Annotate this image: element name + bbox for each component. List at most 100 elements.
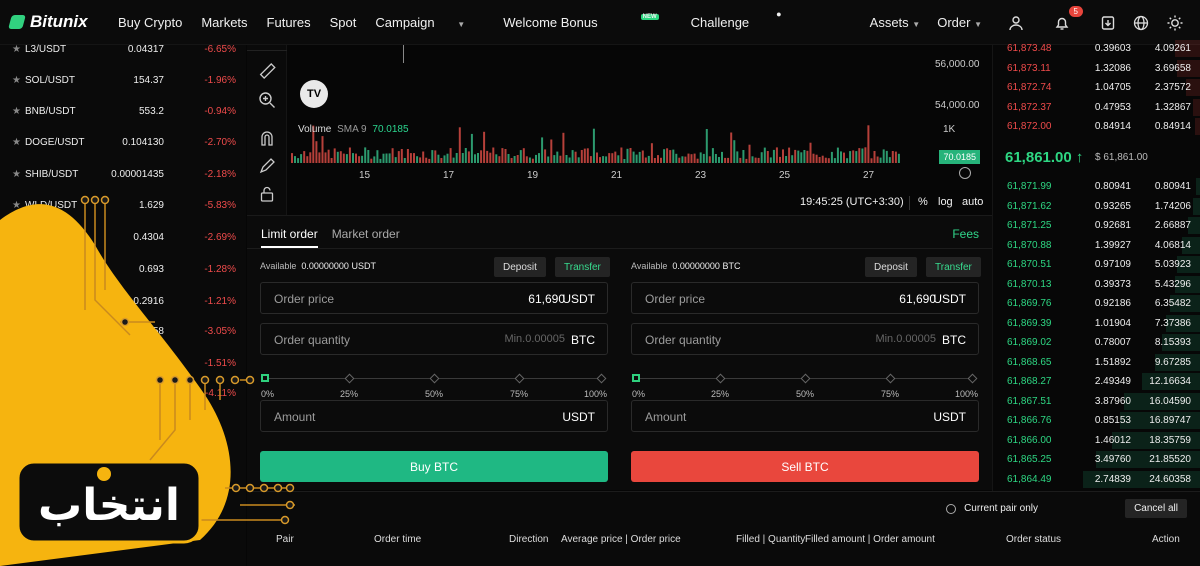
bid-row[interactable]: 61,870.13 0.39373 5.43296	[993, 275, 1200, 294]
bid-row[interactable]: 61,868.65 1.51892 9.67285	[993, 353, 1200, 372]
order-quantity-placeholder: Order quantity	[274, 333, 351, 347]
bid-row[interactable]: 61,869.02 0.78007 8.15393	[993, 333, 1200, 352]
market-row[interactable]: 0.2758 -3.05%	[0, 321, 246, 341]
ask-row[interactable]: 61,872.37 0.47953 1.32867	[993, 98, 1200, 117]
deposit-button[interactable]: Deposit	[494, 257, 546, 277]
log-toggle[interactable]: log	[938, 196, 953, 208]
bid-row[interactable]: 61,867.51 3.87960 16.04590	[993, 392, 1200, 411]
pencil-lock-icon[interactable]	[258, 157, 276, 175]
order-menu[interactable]: Order ▼	[937, 15, 982, 30]
tab-market-order[interactable]: Market order	[332, 227, 400, 248]
amount-slider[interactable]: 0% 25% 50% 75% 100%	[631, 371, 979, 401]
ask-row[interactable]: 61,872.74 1.04705 2.37572	[993, 78, 1200, 97]
bid-row[interactable]: 61,871.99 0.80941 0.80941	[993, 177, 1200, 196]
tradingview-logo[interactable]: TV	[300, 80, 328, 108]
market-row[interactable]: ★ WLD/USDT 1.629 -5.83%	[0, 195, 246, 215]
star-icon: ★	[12, 168, 21, 180]
bell-icon[interactable]: 5	[1053, 5, 1083, 32]
order-quantity-field[interactable]: Order quantity Min.0.00005 BTC	[260, 323, 608, 355]
bid-row[interactable]: 61,868.27 2.49349 12.16634	[993, 372, 1200, 391]
volume-bar	[888, 157, 891, 163]
slider-step[interactable]	[800, 373, 811, 384]
market-row[interactable]: 0.693 -1.28%	[0, 259, 246, 279]
fees-link[interactable]: Fees	[952, 227, 979, 241]
nav-challenge[interactable]: Challenge ●	[691, 9, 793, 30]
slider-step[interactable]	[967, 373, 978, 384]
deposit-button[interactable]: Deposit	[865, 257, 917, 277]
assets-menu[interactable]: Assets ▼	[870, 15, 921, 30]
market-row[interactable]: 0.16230 -1.51%	[0, 353, 246, 373]
zoom-icon[interactable]	[258, 91, 276, 109]
nav-buy-crypto[interactable]: Buy Crypto	[118, 15, 182, 30]
bid-row[interactable]: 61,864.49 2.74839 24.60358	[993, 470, 1200, 489]
bid-row[interactable]: 61,871.62 0.93265 1.74206	[993, 197, 1200, 216]
order-quantity-field[interactable]: Order quantity Min.0.00005 BTC	[631, 323, 979, 355]
slider-handle[interactable]	[261, 374, 269, 382]
nav-markets[interactable]: Markets	[201, 15, 247, 30]
bid-row[interactable]: 61,869.76 0.92186 6.35482	[993, 294, 1200, 313]
sun-icon[interactable]	[1166, 14, 1184, 32]
tab-limit-order[interactable]: Limit order	[261, 227, 318, 248]
logo[interactable]: Bitunix	[8, 12, 100, 32]
slider-step[interactable]	[514, 373, 525, 384]
bid-row[interactable]: 61,870.51 0.97109 5.03923	[993, 255, 1200, 274]
bid-row[interactable]: 61,871.25 0.92681 2.66887	[993, 216, 1200, 235]
sell-button[interactable]: Sell BTC	[631, 451, 979, 482]
amount-field[interactable]: Amount USDT	[260, 400, 608, 432]
user-icon[interactable]	[1007, 14, 1025, 32]
amount-field[interactable]: Amount USDT	[631, 400, 979, 432]
auto-toggle[interactable]: auto	[962, 196, 983, 208]
market-row[interactable]: 25.43 -4.11%	[0, 383, 246, 403]
market-row[interactable]: ★ SOL/USDT 154.37 -1.96%	[0, 70, 246, 90]
volume-bar	[824, 157, 827, 163]
market-row[interactable]: ★ DOGE/USDT 0.104130 -2.70%	[0, 132, 246, 152]
bid-row[interactable]: 61,866.00 1.46012 18.35759	[993, 431, 1200, 450]
market-row[interactable]: ★ BNB/USDT 553.2 -0.94%	[0, 101, 246, 121]
amount-slider[interactable]: 0% 25% 50% 75% 100%	[260, 371, 608, 401]
bid-row[interactable]: 61,866.76 0.85153 16.89747	[993, 411, 1200, 430]
volume-bar	[449, 148, 452, 163]
lock-icon[interactable]	[258, 185, 276, 203]
download-icon[interactable]	[1099, 14, 1117, 32]
ask-row[interactable]: 61,872.00 0.84914 0.84914	[993, 117, 1200, 136]
bid-amount: 0.78007	[1094, 337, 1131, 348]
nav-spot[interactable]: Spot	[330, 15, 357, 30]
bid-row[interactable]: 61,865.25 3.49760 21.85520	[993, 450, 1200, 469]
slider-step[interactable]	[885, 373, 896, 384]
ask-row[interactable]: 61,873.48 0.39603 4.09261	[993, 39, 1200, 58]
slider-step[interactable]	[344, 373, 355, 384]
nav-futures[interactable]: Futures	[267, 15, 311, 30]
slider-step[interactable]	[715, 373, 726, 384]
volume-bar	[345, 154, 348, 163]
buy-button[interactable]: Buy BTC	[260, 451, 608, 482]
market-row[interactable]: 0.4304 -2.69%	[0, 227, 246, 247]
order-price-field[interactable]: Order price 61,690 USDT	[260, 282, 608, 314]
slider-handle[interactable]	[632, 374, 640, 382]
cancel-all-button[interactable]: Cancel all	[1125, 499, 1187, 518]
ruler-icon[interactable]	[258, 62, 276, 80]
bid-row[interactable]: 61,870.88 1.39927 4.06814	[993, 236, 1200, 255]
slider-step[interactable]	[429, 373, 440, 384]
bid-amount: 3.49760	[1094, 454, 1131, 465]
market-change: -1.96%	[204, 74, 236, 86]
bid-row[interactable]: 61,869.39 1.01904 7.37386	[993, 314, 1200, 333]
ask-total: 4.09261	[1154, 43, 1191, 54]
slider-step[interactable]	[596, 373, 607, 384]
settings-icon[interactable]	[959, 167, 971, 179]
ask-row[interactable]: 61,873.11 1.32086 3.69658	[993, 59, 1200, 78]
market-row[interactable]: 0.2916 -1.21%	[0, 291, 246, 311]
volume-bar	[498, 156, 501, 163]
transfer-button[interactable]: Transfer	[555, 257, 610, 277]
market-row[interactable]: ★ L3/USDT 0.04317 -6.65%	[0, 39, 246, 59]
nav-welcome-bonus[interactable]: Welcome Bonus NEW	[503, 13, 659, 30]
volume-bar	[458, 127, 461, 163]
current-pair-toggle[interactable]: Current pair only	[946, 503, 1038, 514]
magnet-icon[interactable]	[258, 129, 276, 147]
price-chart[interactable]: TV Volume SMA 9 70.0185 56,000.00 54,000…	[288, 45, 991, 215]
transfer-button[interactable]: Transfer	[926, 257, 981, 277]
market-row[interactable]: ★ SHIB/USDT 0.00001435 -2.18%	[0, 164, 246, 184]
nav-campaign[interactable]: Campaign ▼	[375, 15, 484, 30]
order-price-field[interactable]: Order price 61,690 USDT	[631, 282, 979, 314]
percent-toggle[interactable]: %	[918, 196, 928, 208]
globe-icon[interactable]	[1132, 14, 1150, 32]
